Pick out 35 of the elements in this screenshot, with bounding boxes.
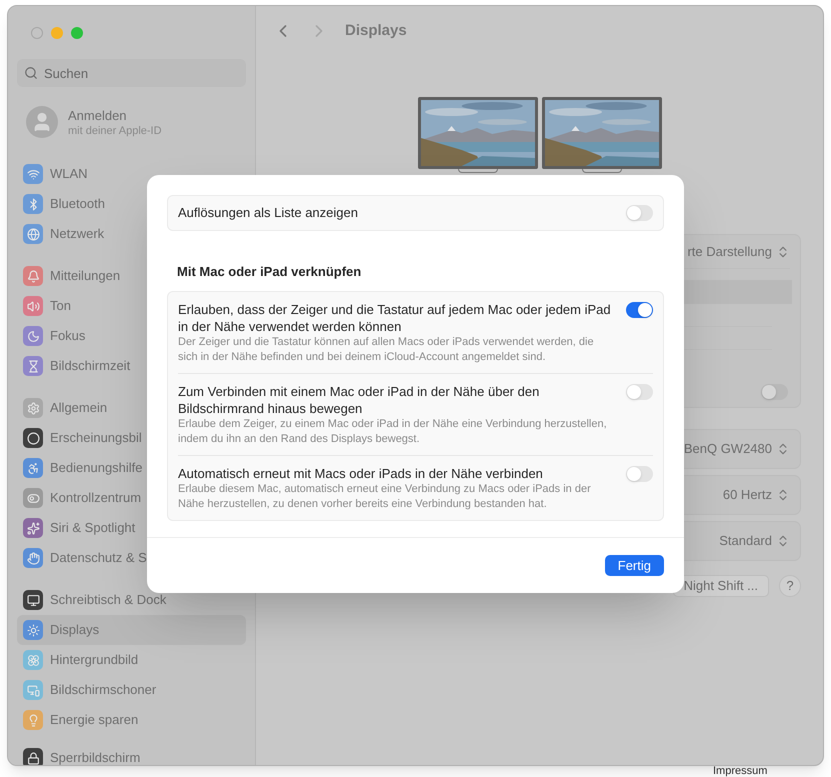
- section-title: Mit Mac oder iPad verknüpfen: [177, 263, 362, 281]
- sidebar-item[interactable]: Energie sparen: [17, 705, 246, 735]
- footer-link[interactable]: Impressum: [713, 766, 768, 777]
- toggle-switch[interactable]: [626, 205, 653, 221]
- help-button[interactable]: ?: [779, 575, 801, 597]
- minimize-button[interactable]: [51, 27, 63, 39]
- zoom-button[interactable]: [71, 27, 83, 39]
- account-subtitle: mit deiner Apple-ID: [68, 124, 162, 138]
- option-title: Zum Verbinden mit einem Mac oder iPad in der Nähe über den Bildschirmrand hinaus bewegen: [178, 382, 540, 416]
- sidebar-item[interactable]: Hintergrundbild: [17, 645, 246, 675]
- display-thumbnail[interactable]: [542, 97, 662, 173]
- option-title: Automatisch erneut mit Macs oder iPads in der Nähe verbinden: [178, 464, 544, 482]
- sidebar-item[interactable]: Schreibtisch & Dock: [17, 585, 246, 615]
- settings-row: Auflösungen als Liste anzeigen: [167, 195, 664, 231]
- toggle-switch[interactable]: [626, 384, 653, 400]
- sidebar-item[interactable]: Bildschirmschoner: [17, 675, 246, 705]
- display-thumbnail[interactable]: [418, 97, 538, 173]
- close-button[interactable]: [31, 27, 43, 39]
- done-button[interactable]: Fertig: [604, 555, 664, 576]
- toggle-switch[interactable]: [626, 466, 653, 482]
- toggle-switch[interactable]: [626, 302, 653, 318]
- option-description: Der Zeiger und die Tastatur können auf allen Macs oder iPads verwendet werden, die sich in der Nähe befinden und bei deinem iCloud-Account angemeldet sind.: [178, 334, 595, 364]
- account-name[interactable]: Anmelden: [68, 106, 162, 124]
- option-description: Erlaube dem Zeiger, zu einem Mac oder iPad in der Nähe eine Verbindung herzustellen, indem du ihn an den Rand des Displays bewegst.: [178, 416, 608, 446]
- avatar-icon: [26, 106, 58, 138]
- option-description: Erlaube diesem Mac, automatisch erneut eine Verbindung zu Macs oder iPads in der Nähe herzustellen, zu denen vorher bereits eine Verbindung bestanden hat.: [178, 482, 592, 512]
- search-icon: [24, 66, 38, 80]
- sidebar-item[interactable]: Displays: [17, 615, 246, 645]
- search-field[interactable]: Suchen: [17, 59, 246, 87]
- popup-value[interactable]: rte Darstellung: [687, 242, 772, 262]
- option-title: Erlauben, dass der Zeiger und die Tastatur auf jedem Mac oder jedem iPad in der Nähe verwendet werden können: [178, 300, 612, 334]
- toggle-switch[interactable]: [761, 384, 788, 400]
- night-shift-button[interactable]: Night Shift ...: [672, 575, 769, 597]
- sidebar-item[interactable]: Sperrbildschirm: [17, 743, 246, 765]
- window-title: Displays: [345, 20, 407, 41]
